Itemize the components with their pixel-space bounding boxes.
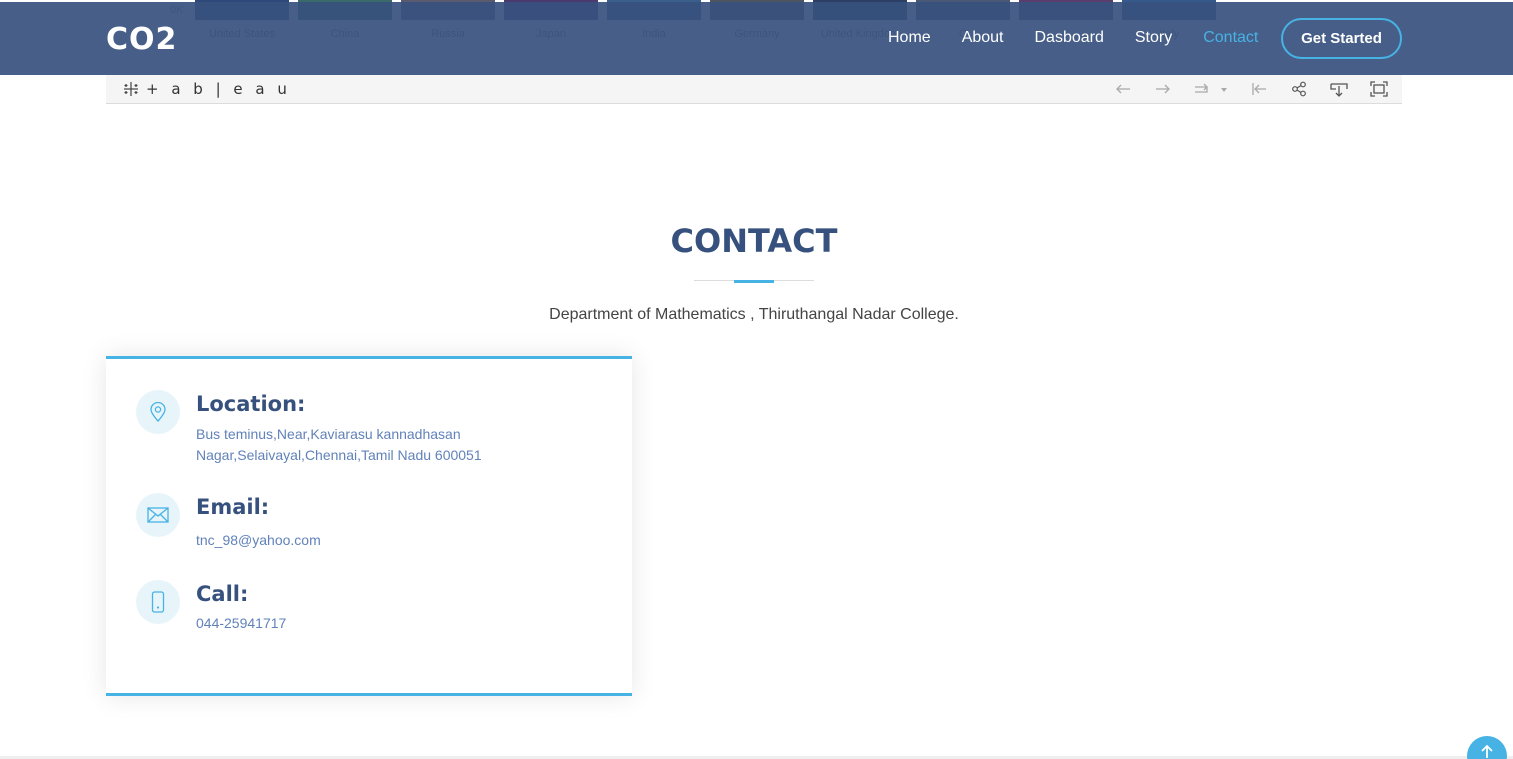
call-title: Call: (196, 582, 249, 606)
site-header: CO2 Home About Dasboard Story Contact Ge… (0, 2, 1513, 75)
reset-icon[interactable] (1248, 80, 1270, 98)
title-divider-accent (734, 280, 774, 283)
nav-story[interactable]: Story (1135, 29, 1172, 47)
tableau-cross-icon (124, 82, 138, 96)
envelope-icon (136, 493, 180, 537)
download-icon[interactable] (1328, 80, 1350, 98)
undo-icon[interactable] (1112, 80, 1134, 98)
location-pin-icon (136, 390, 180, 434)
site-logo[interactable]: CO2 (106, 22, 177, 57)
email-title: Email: (196, 495, 270, 519)
email-link[interactable]: tnc_98@yahoo.com (196, 530, 516, 551)
nav-contact[interactable]: Contact (1203, 29, 1258, 47)
tableau-wordmark: + a b | e a u (146, 80, 291, 98)
phone-link[interactable]: 044-25941717 (196, 613, 516, 634)
share-icon[interactable] (1288, 80, 1310, 98)
section-title: CONTACT (670, 222, 838, 260)
section-subtitle: Department of Mathematics , Thiruthangal… (549, 306, 959, 323)
nav-home[interactable]: Home (888, 29, 931, 47)
arrow-up-icon (1481, 744, 1493, 758)
tableau-toolbar: + a b | e a u (106, 75, 1402, 104)
get-started-button[interactable]: Get Started (1281, 18, 1402, 59)
contact-info-card: Location: Bus teminus,Near,Kaviarasu kan… (106, 356, 632, 696)
fullscreen-icon[interactable] (1368, 80, 1390, 98)
main-nav: Home About Dasboard Story Contact (888, 29, 1258, 47)
phone-icon (136, 580, 180, 624)
location-text: Bus teminus,Near,Kaviarasu kannadhasan N… (196, 426, 482, 463)
location-title: Location: (196, 392, 306, 416)
tableau-logo[interactable]: + a b | e a u (122, 80, 291, 98)
toolbar-actions (1112, 80, 1390, 98)
nav-about[interactable]: About (962, 29, 1004, 47)
nav-dashboard[interactable]: Dasboard (1035, 29, 1104, 47)
revert-icon[interactable] (1192, 80, 1230, 98)
redo-icon[interactable] (1152, 80, 1174, 98)
back-to-top-button[interactable] (1467, 736, 1507, 759)
